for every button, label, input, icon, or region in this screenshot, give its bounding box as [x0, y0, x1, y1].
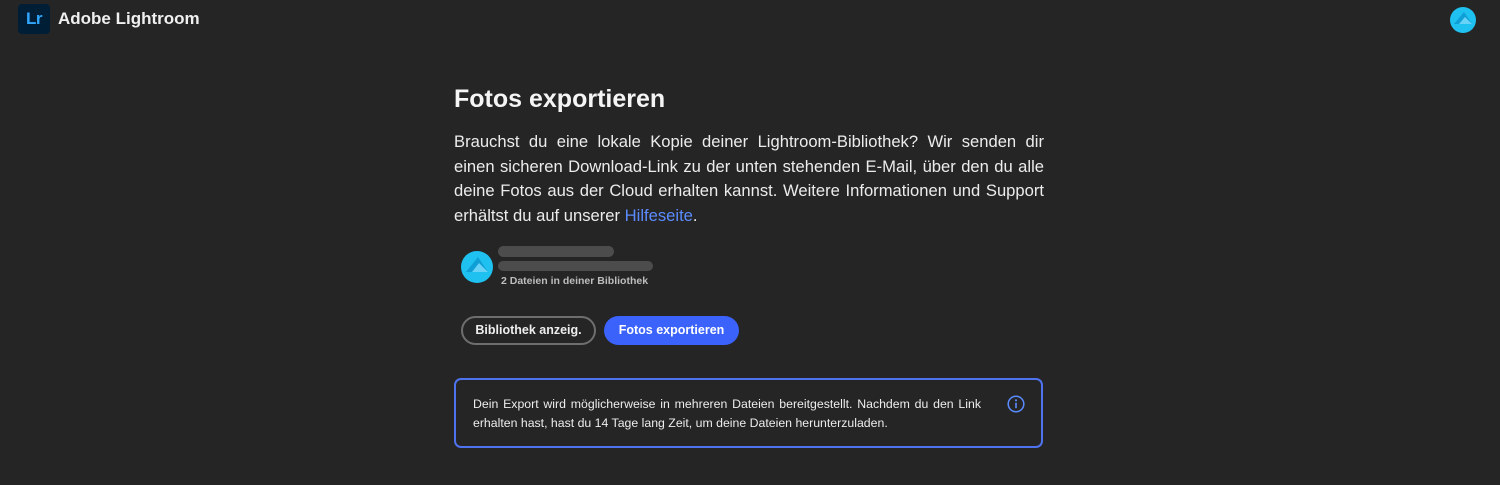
description-text: Brauchst du eine lokale Kopie deiner Lig…: [454, 132, 1044, 225]
description: Brauchst du eine lokale Kopie deiner Lig…: [454, 130, 1044, 228]
show-library-button[interactable]: Bibliothek anzeig.: [461, 316, 596, 345]
export-panel: Fotos exportieren Brauchst du eine lokal…: [454, 80, 1044, 448]
file-count: 2 Dateien in deiner Bibliothek: [501, 275, 649, 287]
description-period: .: [692, 205, 698, 225]
top-bar: Lr Adobe Lightroom: [0, 0, 1500, 40]
account-avatar-icon: [461, 251, 493, 283]
export-photos-button[interactable]: Fotos exportieren: [604, 316, 739, 345]
app-title: Adobe Lightroom: [58, 9, 200, 28]
lightroom-logo[interactable]: Lr: [18, 4, 50, 34]
info-notice: Dein Export wird möglicherweise in mehre…: [454, 378, 1043, 448]
info-text: Dein Export wird möglicherweise in mehre…: [473, 397, 981, 430]
redacted-name: [498, 246, 614, 257]
user-avatar-icon[interactable]: [1450, 7, 1476, 33]
info-icon[interactable]: [1007, 395, 1025, 413]
page-title: Fotos exportieren: [454, 85, 666, 113]
help-page-link[interactable]: Hilfeseite: [625, 206, 693, 225]
account-summary: 2 Dateien in deiner Bibliothek: [461, 246, 761, 292]
redacted-email: [498, 261, 653, 271]
